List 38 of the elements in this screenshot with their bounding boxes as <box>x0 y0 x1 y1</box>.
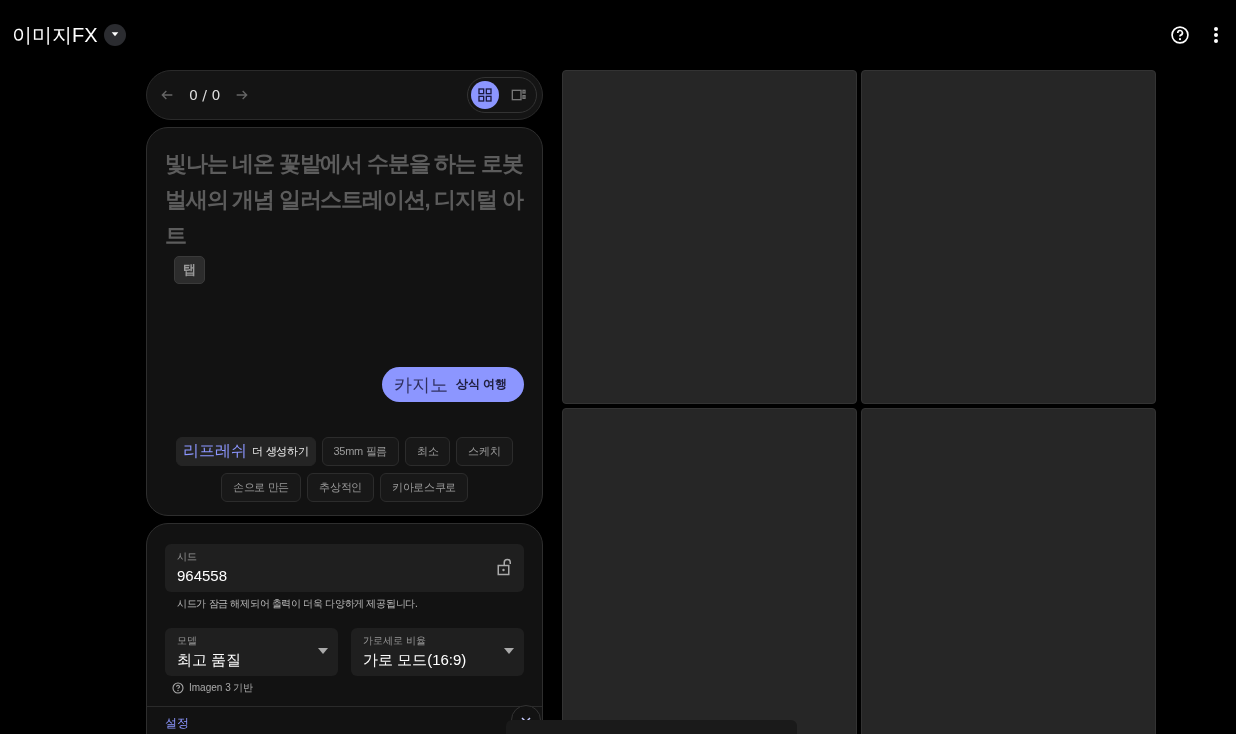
suggestion-hint: 상식 여행 <box>455 376 507 393</box>
image-list-icon <box>510 87 528 103</box>
caret-icon <box>110 31 119 39</box>
field-label: 모델 <box>177 634 198 648</box>
page-counter: 0 / 0 <box>189 87 221 103</box>
dropdown-arrow-icon <box>504 648 514 654</box>
style-chip[interactable]: 키아로스쿠로 <box>379 473 469 502</box>
refresh-label: 리프레쉬 <box>183 441 247 461</box>
seed-field[interactable]: 시드 964558 <box>165 544 524 592</box>
app-title: 이미지FX <box>12 22 98 48</box>
suggestion-chip[interactable]: 카지노 상식 여행 <box>381 367 524 402</box>
help-icon <box>1170 25 1190 45</box>
grid-icon <box>477 87 493 103</box>
field-label: 가로세로 비율 <box>363 634 427 648</box>
style-chip[interactable]: 35mm 필름 <box>321 437 400 466</box>
aspect-ratio-select[interactable]: 가로세로 비율 가로 모드(16:9) <box>351 628 524 676</box>
style-chip[interactable]: 스케치 <box>456 437 513 466</box>
more-icon <box>1214 27 1218 43</box>
unlock-icon[interactable] <box>496 557 514 577</box>
seed-hint: 시드가 잠금 해제되어 출력이 더욱 다양하게 제공됩니다. <box>177 597 419 611</box>
style-chip[interactable]: 최소 <box>405 437 451 466</box>
help-icon <box>172 682 184 694</box>
model-select[interactable]: 모델 최고 품질 <box>165 628 338 676</box>
field-label: 시드 <box>177 550 198 564</box>
style-chip[interactable]: 추상적인 <box>307 473 374 502</box>
style-chip[interactable]: 손으로 만든 <box>220 473 302 502</box>
section-label[interactable]: 설정 <box>165 714 189 732</box>
field-value: 가로 모드(16:9) <box>363 651 468 670</box>
model-note: Imagen 3 기반 <box>189 681 254 695</box>
dropdown-button[interactable] <box>103 24 126 46</box>
grid-view-button[interactable] <box>471 81 499 109</box>
refresh-hint: 더 생성하기 <box>252 444 309 459</box>
field-value: 최고 품질 <box>177 651 243 670</box>
suggestion-label: 카지노 <box>393 373 448 397</box>
dropdown-arrow-icon <box>318 648 328 654</box>
refresh-chip[interactable]: 리프레쉬 더 생성하기 <box>176 437 316 466</box>
field-value: 964558 <box>177 567 229 584</box>
tab-key-badge: 탭 <box>174 256 205 284</box>
